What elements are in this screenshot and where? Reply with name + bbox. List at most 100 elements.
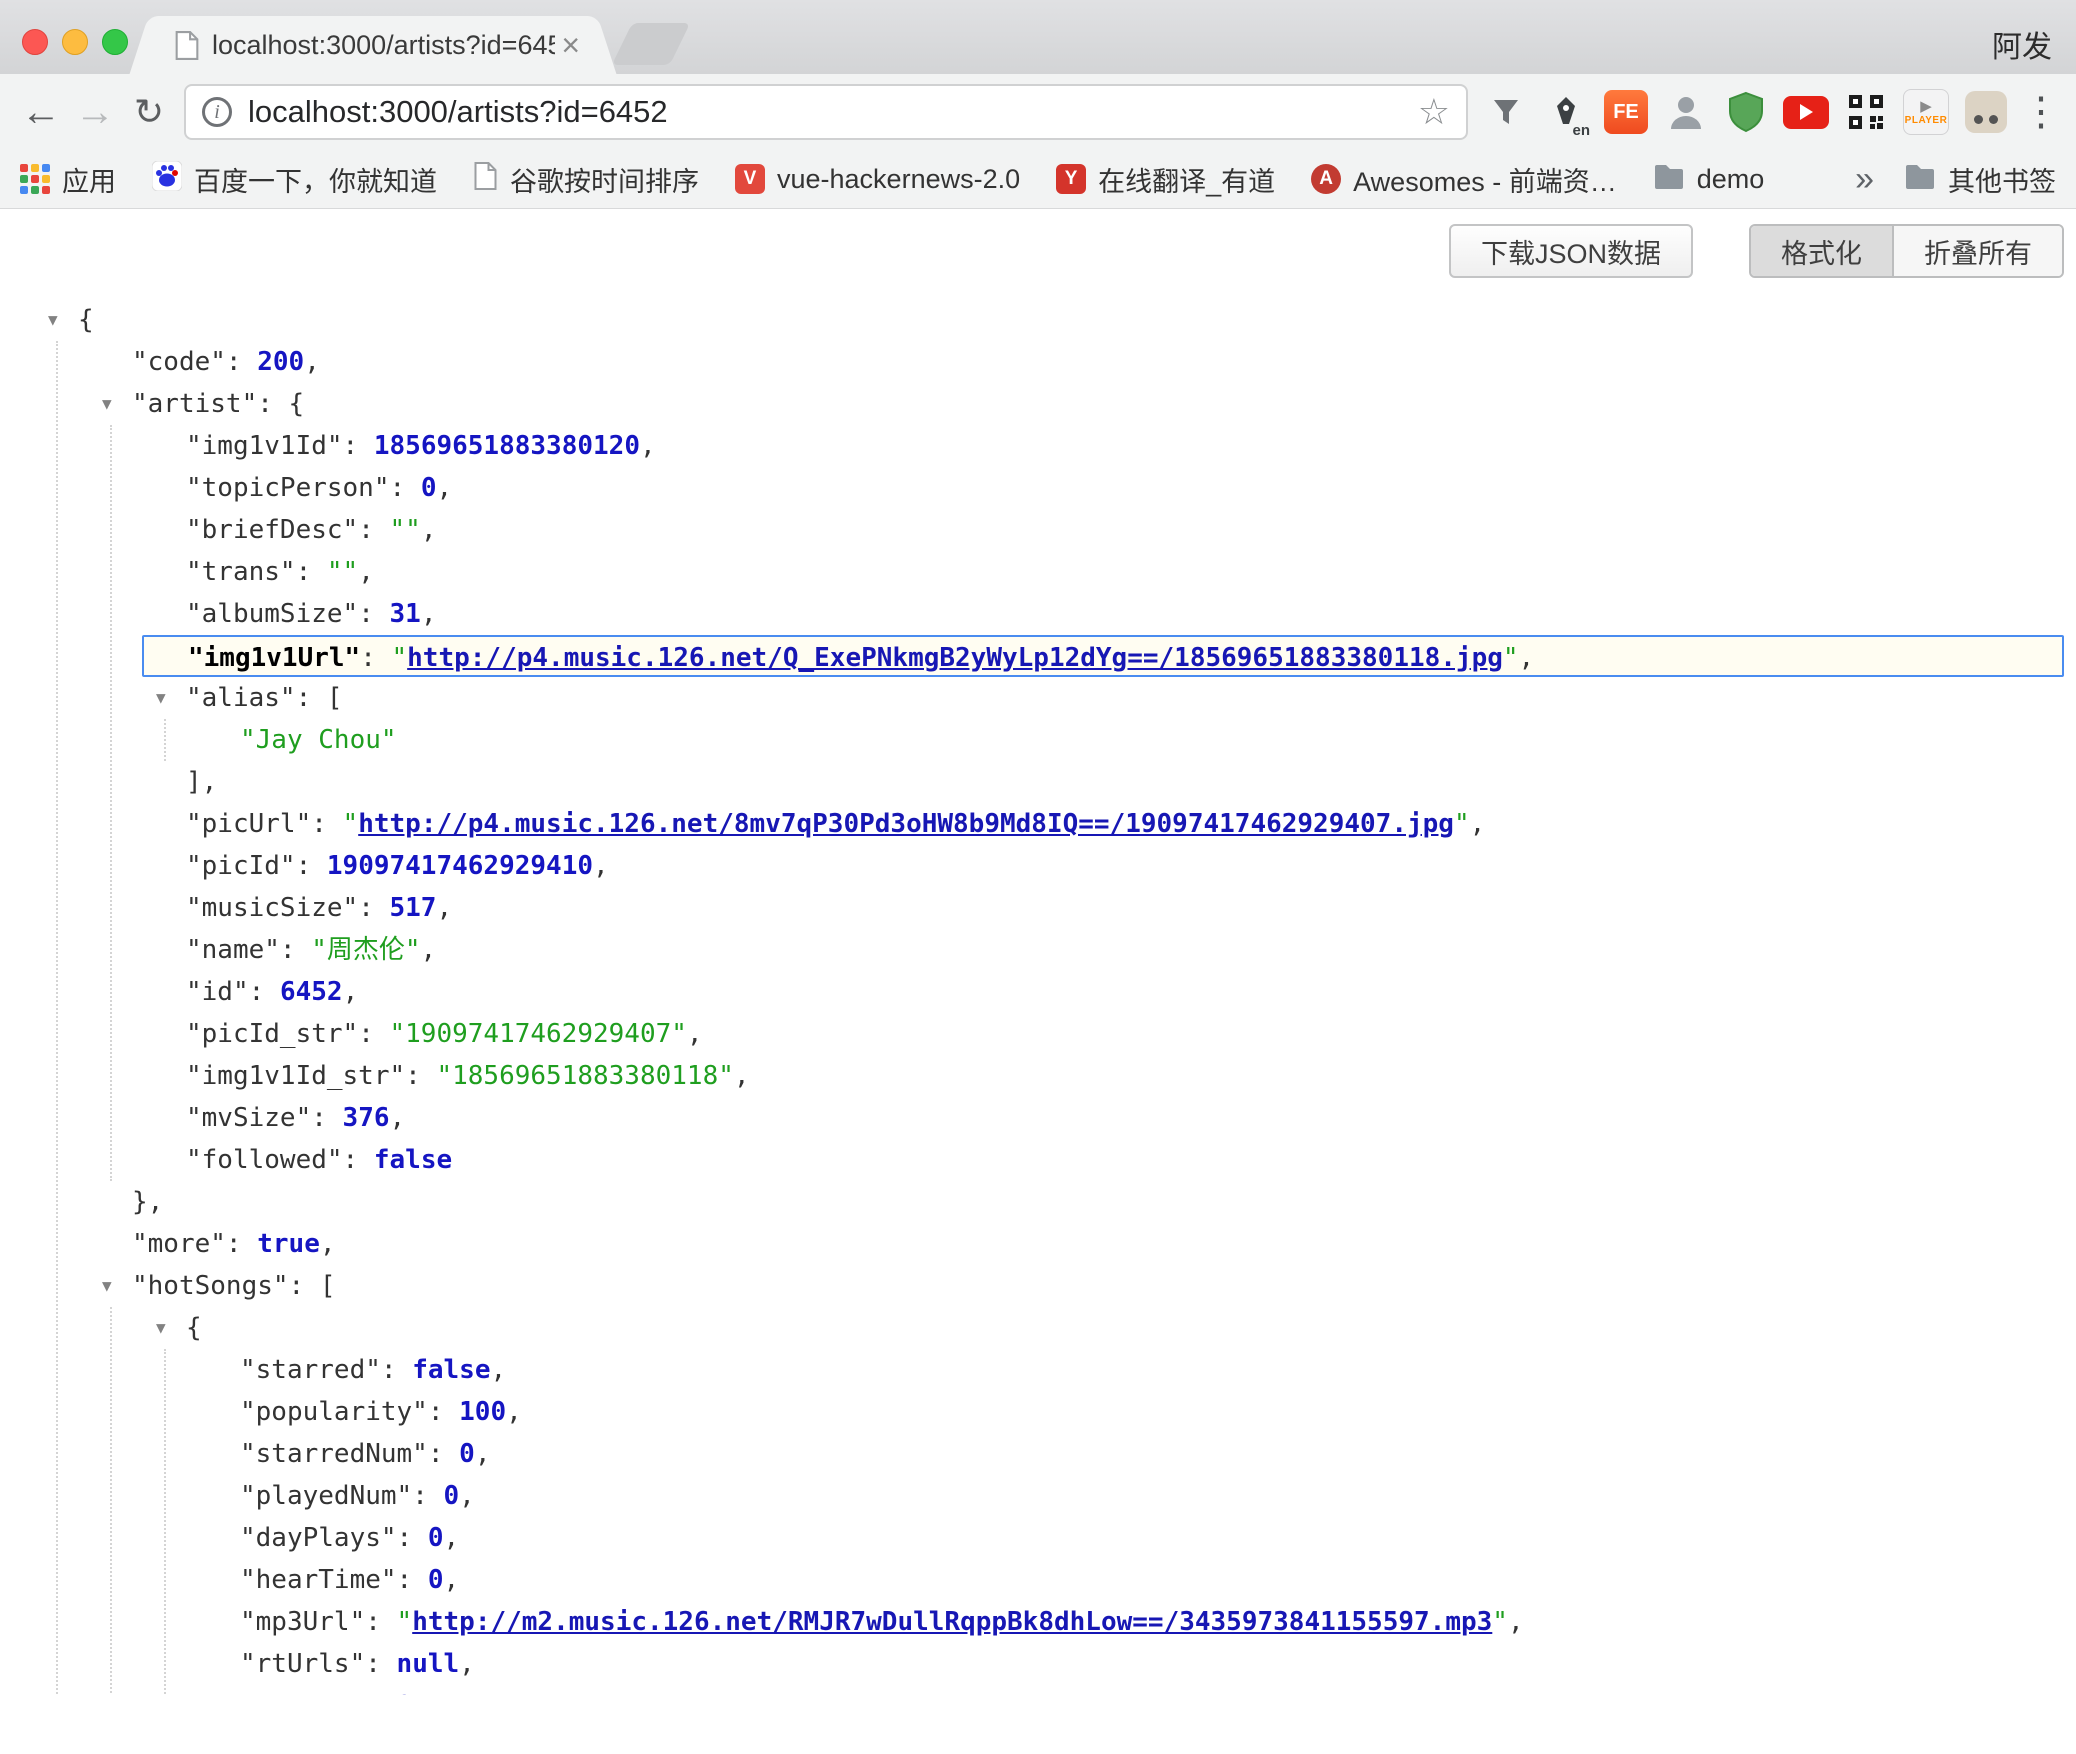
json-key: "albumSize" — [186, 599, 358, 629]
fullscreen-window-button[interactable] — [102, 29, 128, 55]
download-json-button[interactable]: 下载JSON数据 — [1449, 224, 1693, 278]
json-punctuation: : — [280, 935, 311, 965]
play-glyph-icon: ▶ — [1920, 99, 1932, 114]
tab-close-icon[interactable]: × — [561, 29, 580, 61]
json-value-number: 200 — [257, 347, 304, 377]
bookmark-youdao[interactable]: Y 在线翻译_有道 — [1056, 160, 1275, 199]
json-punctuation: : — [358, 515, 389, 545]
awesomes-icon: A — [1311, 164, 1341, 194]
back-button[interactable]: ← — [14, 84, 68, 140]
json-line: "topicPerson": 0, — [0, 467, 2076, 509]
collapse-arrow-icon[interactable]: ▼ — [156, 1307, 166, 1349]
json-punctuation: : — [343, 1145, 374, 1175]
paw-extension-icon[interactable] — [1960, 83, 2012, 141]
bookmark-baidu[interactable]: 百度一下，你就知道 — [152, 160, 437, 199]
bookmark-awesomes[interactable]: A Awesomes - 前端资… — [1311, 160, 1617, 199]
collapse-arrow-icon[interactable]: ▼ — [48, 299, 58, 341]
json-link[interactable]: http://p4.music.126.net/Q_ExePNkmgB2yWyL… — [407, 643, 1503, 673]
baidu-paw-icon — [152, 161, 182, 198]
json-line: ▼"hotSongs": [ — [0, 1265, 2076, 1307]
json-punctuation: , — [593, 851, 609, 881]
json-link[interactable]: http://m2.music.126.net/RMJR7wDullRqppBk… — [412, 1607, 1492, 1637]
collapse-arrow-icon[interactable]: ▼ — [102, 383, 112, 425]
json-value-number: 376 — [343, 1103, 390, 1133]
bookmarks-bar: 应用 百度一下，你就知道 谷歌按时间排序 V vue-hackernews-2.… — [0, 150, 2076, 209]
json-punctuation: , — [1519, 643, 1535, 673]
json-value-number: 0 — [444, 1481, 460, 1511]
bookmark-label: 在线翻译_有道 — [1098, 160, 1275, 199]
json-punctuation: : — [390, 473, 421, 503]
json-punctuation: : — [365, 1691, 396, 1695]
json-key: "status" — [240, 1691, 365, 1695]
json-value-number: 31 — [390, 599, 421, 629]
shield-extension-icon[interactable] — [1720, 83, 1772, 141]
close-window-button[interactable] — [22, 29, 48, 55]
browser-tab[interactable]: localhost:3000/artists?id=645 × — [152, 16, 594, 74]
player-extension-icon[interactable]: ▶ PLAYER — [1900, 83, 1952, 141]
translate-pen-extension-icon[interactable]: en — [1540, 83, 1592, 141]
json-line: "status": 0, — [0, 1685, 2076, 1695]
json-key: "mvSize" — [186, 1103, 311, 1133]
format-button[interactable]: 格式化 — [1751, 226, 1892, 276]
json-line: "popularity": 100, — [0, 1391, 2076, 1433]
json-line: ], — [0, 761, 2076, 803]
json-punctuation: , — [444, 1565, 460, 1595]
json-value-string: "Jay Chou" — [240, 725, 397, 755]
url-text[interactable]: localhost:3000/artists?id=6452 — [248, 94, 1418, 130]
json-punctuation: , — [734, 1061, 750, 1091]
json-line-selected: "img1v1Url": "http://p4.music.126.net/Q_… — [142, 635, 2064, 677]
json-punctuation: , — [436, 893, 452, 923]
json-line: ▼{ — [0, 1307, 2076, 1349]
folder-icon — [1653, 163, 1685, 196]
reload-button[interactable]: ↻ — [122, 84, 176, 140]
json-punctuation: : — [360, 643, 391, 673]
page-content: 下载JSON数据 格式化 折叠所有 ▼{"code": 200,▼"artist… — [0, 209, 2076, 1695]
page-info-icon[interactable]: i — [202, 97, 232, 127]
folder-icon — [1904, 163, 1936, 196]
collapse-arrow-icon[interactable]: ▼ — [156, 677, 166, 719]
bookmark-vue-hackernews[interactable]: V vue-hackernews-2.0 — [735, 164, 1020, 195]
json-punctuation: , — [475, 1439, 491, 1469]
json-line: "dayPlays": 0, — [0, 1517, 2076, 1559]
json-value-boolean: false — [374, 1145, 452, 1175]
json-punctuation: : — [428, 1397, 459, 1427]
collapse-all-button[interactable]: 折叠所有 — [1892, 226, 2062, 276]
person-extension-icon[interactable] — [1660, 83, 1712, 141]
other-bookmarks-label: 其他书签 — [1948, 160, 2056, 199]
json-link[interactable]: http://p4.music.126.net/8mv7qP30Pd3oHW8b… — [358, 809, 1454, 839]
other-bookmarks-folder[interactable]: 其他书签 — [1904, 160, 2056, 199]
bookmark-label: 应用 — [62, 160, 116, 199]
json-value-string: "18569651883380118" — [436, 1061, 733, 1091]
qrcode-extension-icon[interactable] — [1840, 83, 1892, 141]
json-value-string: "周杰伦" — [311, 935, 420, 965]
json-punctuation: , — [358, 557, 374, 587]
json-punctuation: , — [343, 977, 359, 1007]
bookmark-demo-folder[interactable]: demo — [1653, 163, 1765, 196]
fehelper-extension-icon[interactable]: FE — [1600, 83, 1652, 141]
json-line: "id": 6452, — [0, 971, 2076, 1013]
minimize-window-button[interactable] — [62, 29, 88, 55]
json-punctuation: , — [390, 1103, 406, 1133]
player-badge: PLAYER — [1905, 115, 1948, 126]
json-key: "code" — [132, 347, 226, 377]
bookmark-apps[interactable]: 应用 — [20, 160, 116, 199]
forward-button[interactable]: → — [68, 84, 122, 140]
collapse-arrow-icon[interactable]: ▼ — [102, 1265, 112, 1307]
new-tab-button[interactable] — [612, 23, 690, 65]
extension-icons: en FE ▶ PLAYER — [1480, 83, 2062, 141]
json-punctuation: : [ — [289, 1271, 336, 1301]
bookmark-google-sort[interactable]: 谷歌按时间排序 — [473, 160, 699, 199]
address-bar[interactable]: i localhost:3000/artists?id=6452 ☆ — [184, 84, 1468, 140]
browser-menu-icon[interactable]: ⋮ — [2020, 92, 2062, 132]
page-favicon-icon — [174, 30, 200, 61]
profile-name[interactable]: 阿发 — [1992, 22, 2052, 66]
json-value-link-wrap: "http://p4.music.126.net/8mv7qP30Pd3oHW8… — [343, 809, 1470, 839]
json-line: "musicSize": 517, — [0, 887, 2076, 929]
youtube-extension-icon[interactable] — [1780, 83, 1832, 141]
funnel-extension-icon[interactable] — [1480, 83, 1532, 141]
json-punctuation: : — [343, 431, 374, 461]
json-line: "picId": 19097417462929410, — [0, 845, 2076, 887]
bookmarks-overflow-icon[interactable]: » — [1855, 160, 1874, 199]
tab-title: localhost:3000/artists?id=645 — [212, 30, 555, 61]
bookmark-star-icon[interactable]: ☆ — [1418, 94, 1450, 130]
